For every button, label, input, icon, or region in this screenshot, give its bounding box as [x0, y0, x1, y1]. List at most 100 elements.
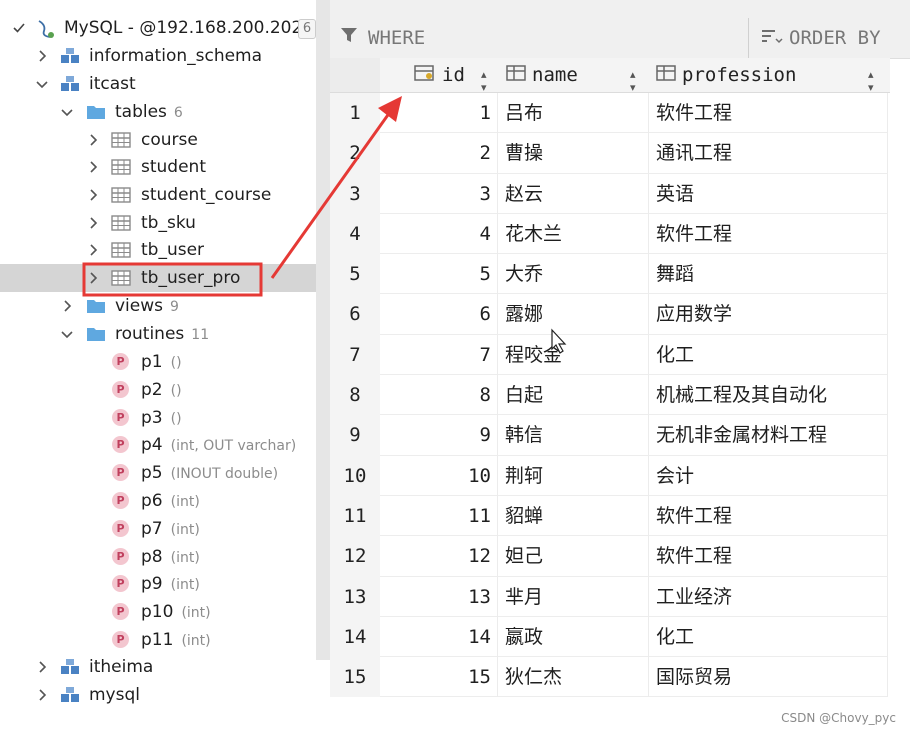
- row-number[interactable]: 10: [330, 456, 380, 496]
- tree-item-routine-p2[interactable]: Pp2 (): [0, 376, 316, 404]
- cell-profession[interactable]: 软件工程: [650, 495, 888, 536]
- tree-item-routine-p7[interactable]: Pp7 (int): [0, 515, 316, 543]
- row-number[interactable]: 14: [330, 617, 380, 657]
- panel-splitter[interactable]: [316, 0, 330, 660]
- order-by-filter[interactable]: ORDER BY: [748, 18, 881, 58]
- row-number[interactable]: 4: [330, 214, 380, 254]
- cell-profession[interactable]: 会计: [650, 455, 888, 496]
- cell-profession[interactable]: 舞蹈: [650, 254, 888, 295]
- tree-item-tables-folder[interactable]: tables 6: [0, 98, 316, 126]
- cell-name[interactable]: 白起: [499, 375, 649, 416]
- table-row[interactable]: 3 赵云 英语: [380, 173, 888, 214]
- tree-item-routine-p3[interactable]: Pp3 (): [0, 404, 316, 432]
- cell-name[interactable]: 曹操: [499, 133, 649, 174]
- chevron-right-icon[interactable]: [35, 49, 49, 63]
- chevron-down-icon[interactable]: [60, 105, 74, 119]
- row-number[interactable]: 12: [330, 536, 380, 576]
- cell-name[interactable]: 大乔: [499, 254, 649, 295]
- cell-name[interactable]: 荆轲: [499, 455, 649, 496]
- chevron-right-icon[interactable]: [86, 188, 100, 202]
- tree-item-routine-p10[interactable]: Pp10 (int): [0, 598, 316, 626]
- row-number[interactable]: 2: [330, 133, 380, 173]
- table-row[interactable]: 12 妲己 软件工程: [380, 536, 888, 577]
- row-number[interactable]: 13: [330, 577, 380, 617]
- column-header-profession[interactable]: profession: [656, 58, 796, 92]
- cell-name[interactable]: 吕布: [499, 93, 649, 133]
- table-row[interactable]: 8 白起 机械工程及其自动化: [380, 375, 888, 416]
- tree-item-routine-p8[interactable]: Pp8 (int): [0, 543, 316, 571]
- cell-name[interactable]: 貂蝉: [499, 495, 649, 536]
- cell-id[interactable]: 13: [380, 576, 498, 617]
- table-row[interactable]: 11 貂蝉 软件工程: [380, 495, 888, 537]
- cell-id[interactable]: 8: [380, 375, 498, 416]
- cell-name[interactable]: 韩信: [499, 415, 649, 456]
- cell-id[interactable]: 9: [380, 415, 498, 456]
- cell-profession[interactable]: 软件工程: [650, 536, 888, 577]
- sort-toggle-icon[interactable]: ▴ ▾: [630, 68, 636, 94]
- chevron-right-icon[interactable]: [35, 688, 49, 702]
- cell-name[interactable]: 赵云: [499, 173, 649, 214]
- chevron-down-icon[interactable]: [60, 327, 74, 341]
- cell-profession[interactable]: 工业经济: [650, 576, 888, 617]
- sort-toggle-icon[interactable]: ▴ ▾: [481, 68, 487, 94]
- chevron-right-icon[interactable]: [86, 243, 100, 257]
- chevron-down-icon[interactable]: [35, 77, 49, 91]
- cell-name[interactable]: 妲己: [499, 536, 649, 577]
- cell-profession[interactable]: 应用数学: [650, 294, 888, 335]
- tree-item-routine-p5[interactable]: Pp5 (INOUT double): [0, 459, 316, 487]
- tree-item-routine-p11[interactable]: Pp11 (int): [0, 626, 316, 654]
- cell-profession[interactable]: 国际贸易: [650, 657, 888, 698]
- table-row[interactable]: 15 狄仁杰 国际贸易: [380, 657, 888, 698]
- cell-name[interactable]: 狄仁杰: [499, 657, 649, 698]
- chevron-right-icon[interactable]: [86, 216, 100, 230]
- cell-profession[interactable]: 化工: [650, 616, 888, 657]
- row-number[interactable]: 7: [330, 335, 380, 375]
- cell-profession[interactable]: 无机非金属材料工程: [650, 415, 888, 456]
- cell-name[interactable]: 花木兰: [499, 213, 649, 254]
- cell-profession[interactable]: 通讯工程: [650, 133, 888, 174]
- table-row[interactable]: 10 荆轲 会计: [380, 455, 888, 496]
- tree-item-table-tb-sku[interactable]: tb_sku: [0, 209, 316, 237]
- cell-name[interactable]: 芈月: [499, 576, 649, 617]
- where-filter[interactable]: WHERE: [340, 26, 425, 49]
- tree-item-table-tb-user-pro[interactable]: tb_user_pro: [0, 264, 316, 292]
- cell-profession[interactable]: 软件工程: [650, 93, 888, 133]
- table-row[interactable]: 6 露娜 应用数学: [380, 294, 888, 335]
- cell-name[interactable]: 露娜: [499, 294, 649, 335]
- tree-item-routines-folder[interactable]: routines 11: [0, 320, 316, 348]
- row-number[interactable]: 8: [330, 375, 380, 415]
- cell-name[interactable]: 程咬金: [499, 334, 649, 375]
- cell-id[interactable]: 14: [380, 616, 498, 657]
- column-header-id[interactable]: id: [414, 58, 465, 92]
- chevron-right-icon[interactable]: [60, 299, 74, 313]
- tree-item-table-course[interactable]: course: [0, 126, 316, 154]
- sort-toggle-icon[interactable]: ▴ ▾: [868, 68, 874, 94]
- row-number[interactable]: 1: [330, 93, 380, 133]
- cell-profession[interactable]: 英语: [650, 173, 888, 214]
- tree-item-table-student[interactable]: student: [0, 153, 316, 181]
- row-number[interactable]: 3: [330, 174, 380, 214]
- table-row[interactable]: 4 花木兰 软件工程: [380, 213, 888, 255]
- cell-profession[interactable]: 化工: [650, 334, 888, 375]
- table-row[interactable]: 1 吕布 软件工程: [380, 93, 888, 134]
- cell-id[interactable]: 1: [380, 93, 498, 133]
- tree-item-table-student-course[interactable]: student_course: [0, 181, 316, 209]
- cell-id[interactable]: 6: [380, 294, 498, 335]
- table-row[interactable]: 14 嬴政 化工: [380, 616, 888, 658]
- table-row[interactable]: 9 韩信 无机非金属材料工程: [380, 415, 888, 456]
- cell-id[interactable]: 2: [380, 133, 498, 174]
- tree-item-mysql[interactable]: mysql: [0, 681, 316, 709]
- cell-id[interactable]: 4: [380, 213, 498, 254]
- row-number[interactable]: 5: [330, 254, 380, 294]
- cell-id[interactable]: 10: [380, 455, 498, 496]
- cell-id[interactable]: 15: [380, 657, 498, 698]
- cell-id[interactable]: 3: [380, 173, 498, 214]
- table-row[interactable]: 7 程咬金 化工: [380, 334, 888, 376]
- cell-name[interactable]: 嬴政: [499, 616, 649, 657]
- row-number[interactable]: 11: [330, 496, 380, 536]
- tree-item-routine-p6[interactable]: Pp6 (int): [0, 487, 316, 515]
- table-row[interactable]: 5 大乔 舞蹈: [380, 254, 888, 295]
- tree-item-information-schema[interactable]: information_schema: [0, 42, 316, 70]
- row-number[interactable]: 6: [330, 294, 380, 334]
- tree-item-itcast[interactable]: itcast: [0, 70, 316, 98]
